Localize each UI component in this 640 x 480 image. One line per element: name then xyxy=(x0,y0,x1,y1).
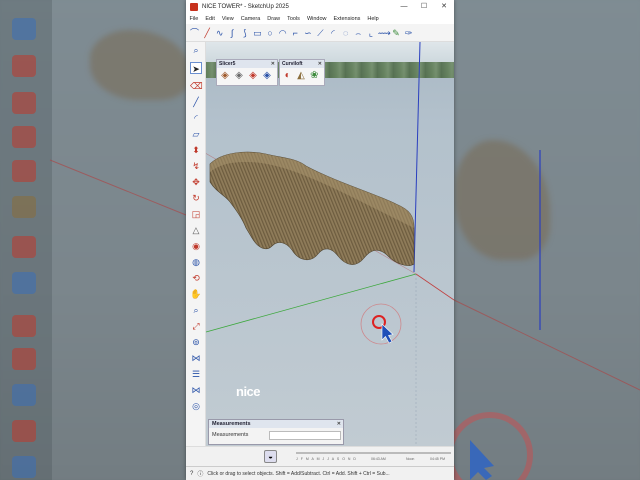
skin-contours-icon[interactable]: ◭ xyxy=(295,70,306,82)
arc-2pt-tool-icon[interactable]: ◠ xyxy=(277,27,288,39)
spiral-tool-icon[interactable]: ◌ xyxy=(340,27,351,39)
window-title: NICE TOWER* - SketchUp 2025 xyxy=(202,3,289,10)
curviloft-title: Curviloft xyxy=(282,61,303,67)
pencil-tool-icon[interactable]: ✎ xyxy=(391,27,402,39)
slicer-toolbar: Slicer5 ✕ ◈ ◈ ◈ ◈ xyxy=(216,59,278,86)
menu-tools[interactable]: Tools xyxy=(284,16,304,22)
measurements-panel: Measurements ✕ Measurements xyxy=(208,419,344,445)
slice-model-icon[interactable]: ◈ xyxy=(219,70,231,82)
menu-edit[interactable]: Edit xyxy=(202,16,218,22)
measurements-panel-title: Measurements ✕ xyxy=(209,420,343,428)
measurements-input[interactable] xyxy=(269,431,341,440)
model-scene xyxy=(186,42,454,446)
bend-tool-icon[interactable]: ⌞ xyxy=(365,27,376,39)
select-tool-icon[interactable]: ➤ xyxy=(190,62,202,74)
mouse-cursor-icon xyxy=(381,323,394,344)
rotate-tool-icon[interactable]: ↻ xyxy=(190,192,202,204)
shadow-time-end: 04:45 PM xyxy=(430,457,445,461)
menu-view[interactable]: View xyxy=(218,16,237,22)
measurements-title: Measurements xyxy=(212,421,251,427)
edit-curve-tool-icon[interactable]: ⟿ xyxy=(378,27,391,39)
window-controls: — ☐ ✕ xyxy=(394,0,454,13)
menu-camera[interactable]: Camera xyxy=(237,16,264,22)
shadows-toggle-icon[interactable]: ◒ xyxy=(264,450,277,463)
shadow-date-slider[interactable] xyxy=(296,452,451,454)
walk-tool-icon[interactable]: ⋈ xyxy=(190,352,202,364)
push-pull-tool-icon[interactable]: ⬍ xyxy=(190,144,202,156)
zoom-extents-icon[interactable]: ⤢ xyxy=(190,320,202,332)
offset-tool-icon[interactable]: △ xyxy=(190,224,202,236)
orbit-tool-icon[interactable]: ⟲ xyxy=(190,272,202,284)
line-tool-icon[interactable]: ╱ xyxy=(190,96,202,108)
menu-help[interactable]: Help xyxy=(364,16,382,22)
sketchup-app-icon xyxy=(190,2,198,11)
help-icon[interactable]: ? xyxy=(190,471,193,477)
slicer-toolbar-title: Slicer5 ✕ xyxy=(217,60,277,68)
slice-export-icon[interactable]: ◈ xyxy=(247,70,259,82)
status-text: Click or drag to select objects. Shift =… xyxy=(207,470,390,477)
move-tool-icon[interactable]: ✥ xyxy=(190,176,202,188)
scale-tool-icon[interactable]: ◲ xyxy=(190,208,202,220)
title-bar: NICE TOWER* - SketchUp 2025 — ☐ ✕ xyxy=(186,0,454,13)
status-bar: ? ⓘ Click or drag to select objects. Shi… xyxy=(186,466,454,480)
dimension-tool-icon[interactable]: ⋈ xyxy=(190,384,202,396)
search-icon[interactable]: ⌕ xyxy=(190,44,202,56)
freehand-tool-icon[interactable]: ⟆ xyxy=(239,27,250,39)
blue-axis xyxy=(413,42,421,273)
curviloft-toolbar-title: Curviloft ✕ xyxy=(280,60,324,68)
menu-extensions[interactable]: Extensions xyxy=(330,16,364,22)
slice-settings-icon[interactable]: ◈ xyxy=(261,70,273,82)
curviloft-toolbar: Curviloft ✕ ◐ ◭ ❀ xyxy=(279,59,325,86)
loft-along-path-icon[interactable]: ❀ xyxy=(309,70,320,82)
layers-tool-icon[interactable]: ☰ xyxy=(190,368,202,380)
watermark-logo: nice xyxy=(236,384,261,399)
section-plane-icon[interactable]: ⊚ xyxy=(190,336,202,348)
slicer-title: Slicer5 xyxy=(219,61,236,67)
arc-3pt-tool-icon[interactable]: ◜ xyxy=(328,27,339,39)
shadow-time-start: 06:43 AM xyxy=(371,457,386,461)
loft-by-spline-icon[interactable]: ◐ xyxy=(282,70,293,82)
offset-curve-tool-icon[interactable]: ⟋ xyxy=(315,27,326,39)
info-icon[interactable]: ⓘ xyxy=(197,469,203,478)
maximize-button[interactable]: ☐ xyxy=(414,0,434,13)
close-button[interactable]: ✕ xyxy=(434,0,454,13)
minimize-button[interactable]: — xyxy=(394,0,414,13)
left-toolbar: ⌕ ➤ ⌫ ╱ ◜ ▱ ⬍ ↯ ✥ ↻ ◲ △ ◉ ◍ ⟲ ✋ ⌕ ⤢ ⊚ ⋈ … xyxy=(186,42,206,446)
line-tool-icon[interactable]: ╱ xyxy=(202,27,213,39)
menu-draw[interactable]: Draw xyxy=(264,16,284,22)
account-icon[interactable]: ◎ xyxy=(190,400,202,412)
menu-window[interactable]: Window xyxy=(303,16,330,22)
shadow-settings-bar: ◒ J F M A M J J A S O N D 06:43 AM Noon … xyxy=(186,446,454,466)
arc-tool-icon[interactable]: ◜ xyxy=(190,112,202,124)
slice-layers-icon[interactable]: ◈ xyxy=(233,70,245,82)
rectangle-tool-icon[interactable]: ▭ xyxy=(252,27,263,39)
close-icon[interactable]: ✕ xyxy=(318,60,322,68)
polyline-tool-icon[interactable]: ⌐ xyxy=(290,27,301,39)
shadow-months: J F M A M J J A S O N D xyxy=(296,457,357,461)
eraser-tool-icon[interactable]: ⌫ xyxy=(190,80,203,92)
follow-me-tool-icon[interactable]: ↯ xyxy=(190,160,202,172)
pan-tool-icon[interactable]: ✋ xyxy=(190,288,202,300)
red-axis xyxy=(415,273,454,301)
measurements-label: Measurements xyxy=(212,432,249,438)
arc-tool-icon[interactable]: ⌒ xyxy=(189,27,200,39)
close-icon[interactable]: ✕ xyxy=(271,60,275,68)
fillet-tool-icon[interactable]: ⌢ xyxy=(353,27,364,39)
cursor-highlight-ring xyxy=(360,303,402,345)
drawing-toolbar: ⌒ ╱ ∿ ∫ ⟆ ▭ ○ ◠ ⌐ ∽ ⟋ ◜ ◌ ⌢ ⌞ ⟿ ✎ ✑ xyxy=(186,24,454,42)
menu-bar: File Edit View Camera Draw Tools Window … xyxy=(186,13,454,24)
shadow-time-noon: Noon xyxy=(406,457,415,461)
model-viewport[interactable]: nice xyxy=(186,42,454,446)
spline-tool-icon[interactable]: ∽ xyxy=(302,27,313,39)
close-icon[interactable]: ✕ xyxy=(337,420,341,428)
paint-bucket-icon[interactable]: ◍ xyxy=(190,256,202,268)
menu-file[interactable]: File xyxy=(186,16,202,22)
zoom-tool-icon[interactable]: ⌕ xyxy=(190,304,202,316)
circle-tool-icon[interactable]: ○ xyxy=(265,27,276,39)
bezier-tool-icon[interactable]: ∿ xyxy=(214,27,225,39)
sketch-tool-icon[interactable]: ✑ xyxy=(403,27,414,39)
tape-measure-icon[interactable]: ◉ xyxy=(190,240,202,252)
shape-tool-icon[interactable]: ▱ xyxy=(190,128,202,140)
curve-tool-icon[interactable]: ∫ xyxy=(227,27,238,39)
